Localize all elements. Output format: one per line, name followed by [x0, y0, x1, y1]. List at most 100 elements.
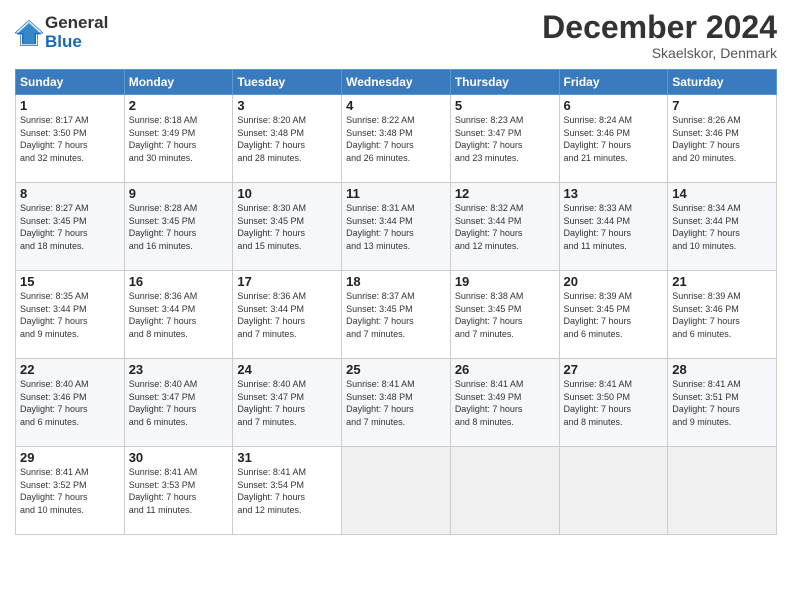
- day-number: 15: [20, 274, 120, 289]
- month-title: December 2024: [542, 10, 777, 45]
- col-monday: Monday: [124, 70, 233, 95]
- day-number: 26: [455, 362, 555, 377]
- page: General Blue December 2024 Skaelskor, De…: [0, 0, 792, 612]
- day-info: Sunrise: 8:35 AMSunset: 3:44 PMDaylight:…: [20, 290, 120, 340]
- logo-general-text: General: [45, 14, 108, 33]
- day-cell: 10 Sunrise: 8:30 AMSunset: 3:45 PMDaylig…: [233, 183, 342, 271]
- week-row-3: 15 Sunrise: 8:35 AMSunset: 3:44 PMDaylig…: [16, 271, 777, 359]
- day-info: Sunrise: 8:30 AMSunset: 3:45 PMDaylight:…: [237, 202, 337, 252]
- day-cell: 9 Sunrise: 8:28 AMSunset: 3:45 PMDayligh…: [124, 183, 233, 271]
- day-info: Sunrise: 8:24 AMSunset: 3:46 PMDaylight:…: [564, 114, 664, 164]
- day-cell: 27 Sunrise: 8:41 AMSunset: 3:50 PMDaylig…: [559, 359, 668, 447]
- day-cell: [450, 447, 559, 535]
- day-cell: 11 Sunrise: 8:31 AMSunset: 3:44 PMDaylig…: [342, 183, 451, 271]
- day-cell: 4 Sunrise: 8:22 AMSunset: 3:48 PMDayligh…: [342, 95, 451, 183]
- day-number: 6: [564, 98, 664, 113]
- header: General Blue December 2024 Skaelskor, De…: [15, 10, 777, 61]
- day-number: 24: [237, 362, 337, 377]
- day-cell: 17 Sunrise: 8:36 AMSunset: 3:44 PMDaylig…: [233, 271, 342, 359]
- day-info: Sunrise: 8:36 AMSunset: 3:44 PMDaylight:…: [129, 290, 229, 340]
- day-cell: 18 Sunrise: 8:37 AMSunset: 3:45 PMDaylig…: [342, 271, 451, 359]
- day-number: 2: [129, 98, 229, 113]
- day-cell: [668, 447, 777, 535]
- day-cell: [559, 447, 668, 535]
- day-info: Sunrise: 8:18 AMSunset: 3:49 PMDaylight:…: [129, 114, 229, 164]
- day-info: Sunrise: 8:31 AMSunset: 3:44 PMDaylight:…: [346, 202, 446, 252]
- day-info: Sunrise: 8:22 AMSunset: 3:48 PMDaylight:…: [346, 114, 446, 164]
- day-info: Sunrise: 8:34 AMSunset: 3:44 PMDaylight:…: [672, 202, 772, 252]
- day-number: 8: [20, 186, 120, 201]
- day-number: 7: [672, 98, 772, 113]
- day-info: Sunrise: 8:41 AMSunset: 3:48 PMDaylight:…: [346, 378, 446, 428]
- day-number: 18: [346, 274, 446, 289]
- week-row-2: 8 Sunrise: 8:27 AMSunset: 3:45 PMDayligh…: [16, 183, 777, 271]
- logo-blue-text: Blue: [45, 33, 108, 52]
- logo-text: General Blue: [45, 14, 108, 51]
- day-cell: 30 Sunrise: 8:41 AMSunset: 3:53 PMDaylig…: [124, 447, 233, 535]
- day-cell: 21 Sunrise: 8:39 AMSunset: 3:46 PMDaylig…: [668, 271, 777, 359]
- day-info: Sunrise: 8:38 AMSunset: 3:45 PMDaylight:…: [455, 290, 555, 340]
- day-number: 23: [129, 362, 229, 377]
- day-info: Sunrise: 8:37 AMSunset: 3:45 PMDaylight:…: [346, 290, 446, 340]
- logo: General Blue: [15, 14, 108, 51]
- col-thursday: Thursday: [450, 70, 559, 95]
- col-sunday: Sunday: [16, 70, 125, 95]
- col-wednesday: Wednesday: [342, 70, 451, 95]
- day-info: Sunrise: 8:33 AMSunset: 3:44 PMDaylight:…: [564, 202, 664, 252]
- day-info: Sunrise: 8:41 AMSunset: 3:54 PMDaylight:…: [237, 466, 337, 516]
- day-cell: 16 Sunrise: 8:36 AMSunset: 3:44 PMDaylig…: [124, 271, 233, 359]
- week-row-5: 29 Sunrise: 8:41 AMSunset: 3:52 PMDaylig…: [16, 447, 777, 535]
- day-info: Sunrise: 8:27 AMSunset: 3:45 PMDaylight:…: [20, 202, 120, 252]
- day-info: Sunrise: 8:36 AMSunset: 3:44 PMDaylight:…: [237, 290, 337, 340]
- day-cell: [342, 447, 451, 535]
- day-info: Sunrise: 8:40 AMSunset: 3:47 PMDaylight:…: [237, 378, 337, 428]
- day-info: Sunrise: 8:41 AMSunset: 3:50 PMDaylight:…: [564, 378, 664, 428]
- day-cell: 31 Sunrise: 8:41 AMSunset: 3:54 PMDaylig…: [233, 447, 342, 535]
- day-number: 11: [346, 186, 446, 201]
- day-cell: 28 Sunrise: 8:41 AMSunset: 3:51 PMDaylig…: [668, 359, 777, 447]
- day-cell: 2 Sunrise: 8:18 AMSunset: 3:49 PMDayligh…: [124, 95, 233, 183]
- day-cell: 12 Sunrise: 8:32 AMSunset: 3:44 PMDaylig…: [450, 183, 559, 271]
- day-cell: 5 Sunrise: 8:23 AMSunset: 3:47 PMDayligh…: [450, 95, 559, 183]
- day-number: 12: [455, 186, 555, 201]
- day-cell: 19 Sunrise: 8:38 AMSunset: 3:45 PMDaylig…: [450, 271, 559, 359]
- day-number: 21: [672, 274, 772, 289]
- week-row-4: 22 Sunrise: 8:40 AMSunset: 3:46 PMDaylig…: [16, 359, 777, 447]
- day-number: 5: [455, 98, 555, 113]
- day-number: 9: [129, 186, 229, 201]
- day-cell: 24 Sunrise: 8:40 AMSunset: 3:47 PMDaylig…: [233, 359, 342, 447]
- day-info: Sunrise: 8:41 AMSunset: 3:52 PMDaylight:…: [20, 466, 120, 516]
- day-number: 22: [20, 362, 120, 377]
- day-number: 3: [237, 98, 337, 113]
- location: Skaelskor, Denmark: [542, 45, 777, 61]
- day-cell: 15 Sunrise: 8:35 AMSunset: 3:44 PMDaylig…: [16, 271, 125, 359]
- day-number: 25: [346, 362, 446, 377]
- col-saturday: Saturday: [668, 70, 777, 95]
- day-number: 17: [237, 274, 337, 289]
- day-cell: 7 Sunrise: 8:26 AMSunset: 3:46 PMDayligh…: [668, 95, 777, 183]
- col-tuesday: Tuesday: [233, 70, 342, 95]
- day-number: 1: [20, 98, 120, 113]
- day-number: 13: [564, 186, 664, 201]
- day-number: 31: [237, 450, 337, 465]
- day-number: 14: [672, 186, 772, 201]
- day-info: Sunrise: 8:20 AMSunset: 3:48 PMDaylight:…: [237, 114, 337, 164]
- logo-icon: [15, 19, 43, 47]
- day-cell: 6 Sunrise: 8:24 AMSunset: 3:46 PMDayligh…: [559, 95, 668, 183]
- day-info: Sunrise: 8:23 AMSunset: 3:47 PMDaylight:…: [455, 114, 555, 164]
- day-cell: 1 Sunrise: 8:17 AMSunset: 3:50 PMDayligh…: [16, 95, 125, 183]
- day-number: 30: [129, 450, 229, 465]
- title-block: December 2024 Skaelskor, Denmark: [542, 10, 777, 61]
- col-friday: Friday: [559, 70, 668, 95]
- day-number: 20: [564, 274, 664, 289]
- day-info: Sunrise: 8:26 AMSunset: 3:46 PMDaylight:…: [672, 114, 772, 164]
- header-row: Sunday Monday Tuesday Wednesday Thursday…: [16, 70, 777, 95]
- day-number: 16: [129, 274, 229, 289]
- day-number: 10: [237, 186, 337, 201]
- day-info: Sunrise: 8:40 AMSunset: 3:46 PMDaylight:…: [20, 378, 120, 428]
- calendar-table: Sunday Monday Tuesday Wednesday Thursday…: [15, 69, 777, 535]
- day-info: Sunrise: 8:32 AMSunset: 3:44 PMDaylight:…: [455, 202, 555, 252]
- day-info: Sunrise: 8:28 AMSunset: 3:45 PMDaylight:…: [129, 202, 229, 252]
- day-info: Sunrise: 8:17 AMSunset: 3:50 PMDaylight:…: [20, 114, 120, 164]
- day-number: 28: [672, 362, 772, 377]
